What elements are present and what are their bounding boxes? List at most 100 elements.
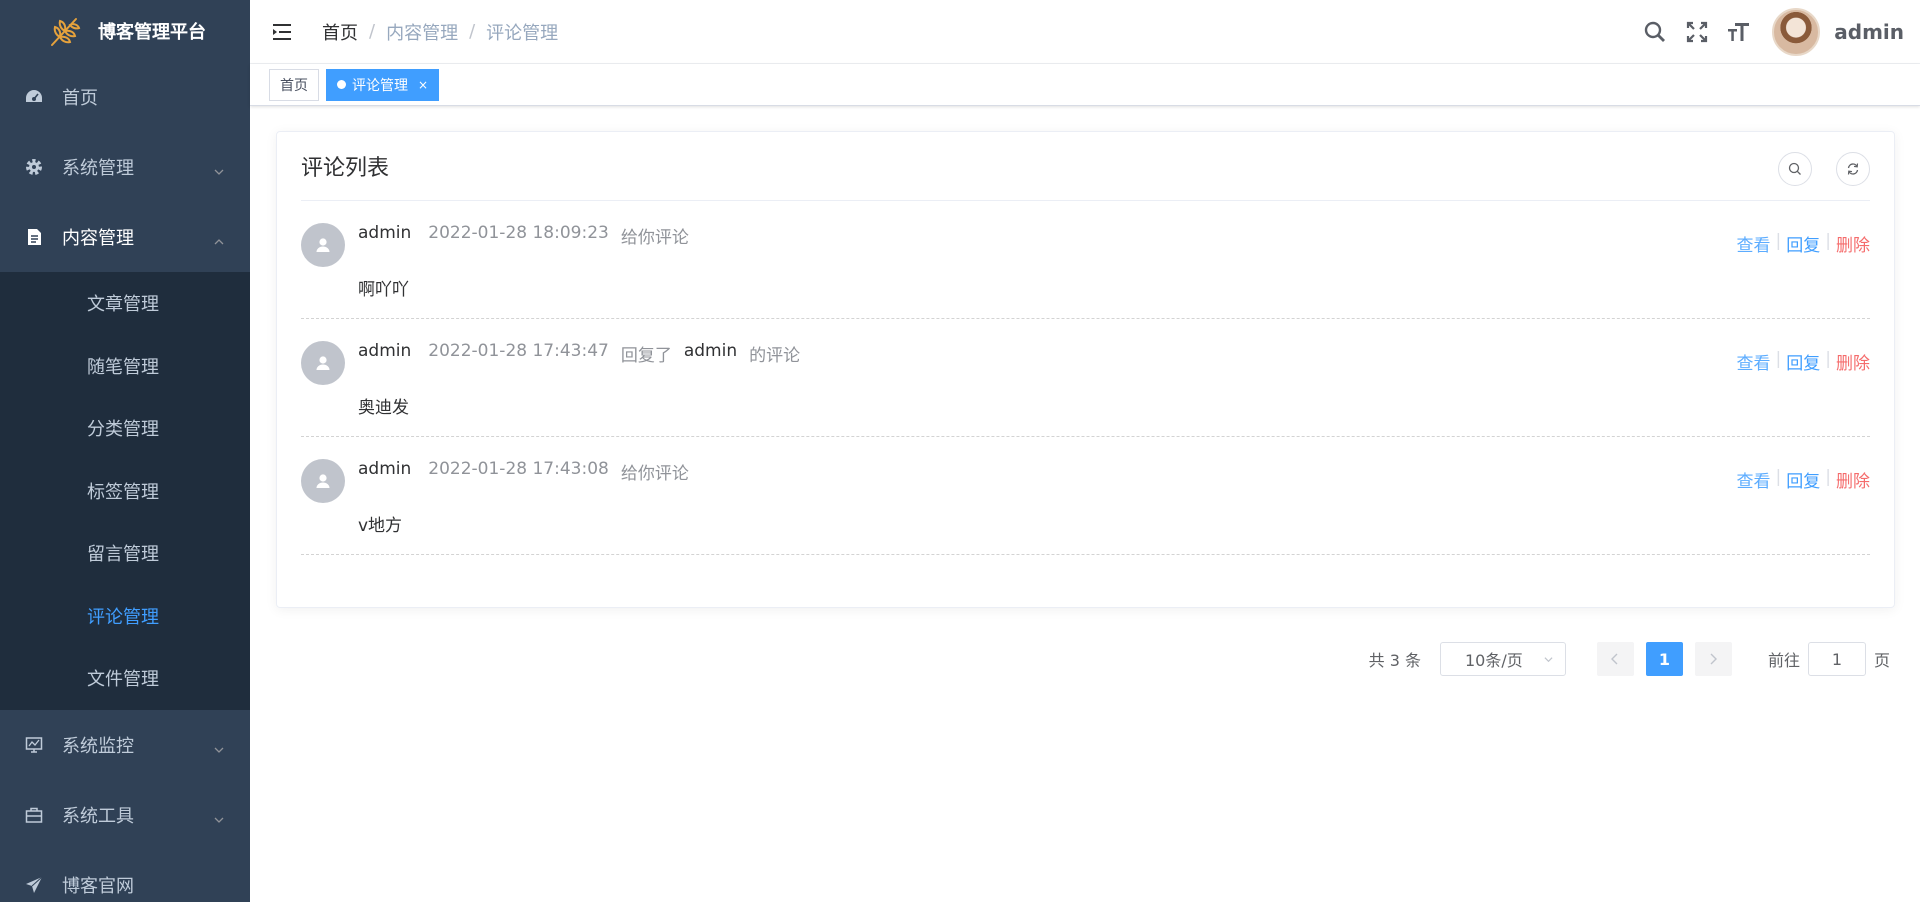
sidebar-item-files[interactable]: 文件管理 bbox=[0, 647, 250, 710]
comment-item: admin 2022-01-28 17:43:47 回复了 admin 的评论 … bbox=[301, 319, 1870, 437]
breadcrumb-content: 内容管理 bbox=[386, 22, 459, 44]
sidebar-item-label: 系统监控 bbox=[62, 735, 134, 757]
comment-item: admin 2022-01-28 18:09:23 给你评论 啊吖吖 查看 | … bbox=[301, 201, 1870, 319]
sidebar-item-label: 博客官网 bbox=[62, 875, 134, 897]
prev-page-button[interactable] bbox=[1596, 642, 1634, 676]
goto-label: 前往 bbox=[1767, 651, 1800, 670]
font-size-icon[interactable] bbox=[1726, 19, 1752, 45]
sidebar-item-monitor[interactable]: 系统监控 bbox=[0, 710, 250, 780]
comment-meta: admin 2022-01-28 18:09:23 给你评论 bbox=[358, 223, 689, 248]
reply-button[interactable]: 回复 bbox=[1786, 467, 1820, 492]
sidebar-item-home[interactable]: 首页 bbox=[0, 62, 250, 132]
comment-meta: admin 2022-01-28 17:43:47 回复了 admin 的评论 bbox=[358, 341, 800, 366]
sidebar-item-label: 首页 bbox=[62, 88, 98, 109]
delete-button[interactable]: 删除 bbox=[1836, 349, 1870, 374]
document-icon bbox=[24, 227, 44, 247]
right-menu: admin bbox=[1642, 0, 1920, 64]
wheat-icon bbox=[51, 18, 81, 46]
page-size-select[interactable]: 10条/页 bbox=[1439, 642, 1566, 676]
chevron-down-icon bbox=[214, 747, 224, 753]
tag-label: 评论管理 bbox=[352, 77, 408, 94]
chevron-down-icon bbox=[214, 169, 224, 175]
comment-action-text: 给你评论 bbox=[620, 228, 689, 248]
view-button[interactable]: 查看 bbox=[1737, 231, 1771, 256]
comment-item: admin 2022-01-28 17:43:08 给你评论 v地方 查看 | … bbox=[301, 437, 1870, 555]
sidebar-item-notes[interactable]: 随笔管理 bbox=[0, 335, 250, 398]
delete-button[interactable]: 删除 bbox=[1836, 467, 1870, 492]
avatar bbox=[301, 459, 345, 503]
breadcrumb-comments: 评论管理 bbox=[486, 22, 559, 44]
goto-suffix: 页 bbox=[1873, 651, 1890, 670]
breadcrumb-home[interactable]: 首页 bbox=[322, 19, 358, 45]
comment-user: admin bbox=[358, 459, 412, 479]
refresh-icon bbox=[1847, 163, 1859, 175]
avatar bbox=[301, 341, 345, 385]
user-icon bbox=[316, 238, 330, 252]
search-toggle-button[interactable] bbox=[1778, 152, 1812, 186]
user-name[interactable]: admin bbox=[1834, 20, 1904, 44]
sidebar-item-content[interactable]: 内容管理 bbox=[0, 202, 250, 272]
comment-time: 2022-01-28 18:09:23 bbox=[428, 223, 609, 243]
sidebar-item-tags[interactable]: 标签管理 bbox=[0, 460, 250, 523]
close-icon[interactable]: × bbox=[418, 78, 428, 92]
sidebar-item-messages[interactable]: 留言管理 bbox=[0, 522, 250, 585]
chevron-right-icon bbox=[1710, 653, 1718, 665]
sidebar-item-label: 内容管理 bbox=[62, 228, 134, 249]
action-separator: | bbox=[1775, 349, 1782, 369]
comment-content: 啊吖吖 bbox=[358, 280, 409, 300]
refresh-button[interactable] bbox=[1836, 152, 1870, 186]
sidebar-item-articles[interactable]: 文章管理 bbox=[0, 272, 250, 335]
card-header: 评论列表 bbox=[301, 132, 1870, 201]
user-icon bbox=[316, 474, 330, 488]
chevron-down-icon bbox=[1544, 657, 1553, 663]
avatar bbox=[301, 223, 345, 267]
logo[interactable]: 博客管理平台 bbox=[0, 0, 250, 62]
sidebar-item-comments[interactable]: 评论管理 bbox=[0, 585, 250, 648]
comment-user: admin bbox=[358, 223, 412, 243]
tags-view: 首页 评论管理 × bbox=[250, 64, 1920, 106]
action-separator: | bbox=[1825, 349, 1831, 369]
card-title: 评论列表 bbox=[301, 156, 390, 181]
sidebar-item-categories[interactable]: 分类管理 bbox=[0, 397, 250, 460]
monitor-icon bbox=[24, 735, 44, 755]
paper-plane-icon bbox=[24, 875, 44, 895]
toolbox-icon bbox=[24, 805, 44, 825]
breadcrumb-separator: / bbox=[469, 21, 476, 42]
chevron-left-icon bbox=[1611, 653, 1618, 665]
comment-content: v地方 bbox=[358, 516, 403, 536]
tag-label: 首页 bbox=[280, 77, 308, 94]
tag-comments[interactable]: 评论管理 × bbox=[326, 68, 440, 101]
sidebar-item-tools[interactable]: 系统工具 bbox=[0, 780, 250, 850]
comment-actions: 查看 | 回复 | 删除 bbox=[1737, 349, 1870, 374]
view-button[interactable]: 查看 bbox=[1737, 467, 1771, 492]
search-icon[interactable] bbox=[1642, 19, 1668, 45]
reply-button[interactable]: 回复 bbox=[1786, 231, 1820, 256]
reply-button[interactable]: 回复 bbox=[1786, 349, 1820, 374]
user-avatar[interactable] bbox=[1772, 8, 1821, 56]
tag-home[interactable]: 首页 bbox=[269, 68, 319, 101]
comment-suffix-text: 的评论 bbox=[749, 346, 801, 366]
sidebar-item-system[interactable]: 系统管理 bbox=[0, 132, 250, 202]
user-icon bbox=[316, 356, 330, 370]
menu-fold-icon[interactable] bbox=[270, 20, 294, 44]
pagination-total: 共 3 条 bbox=[1368, 651, 1421, 670]
delete-button[interactable]: 删除 bbox=[1836, 231, 1870, 256]
sidebar-item-label: 系统工具 bbox=[62, 805, 134, 827]
chevron-up-icon bbox=[214, 239, 224, 245]
page-number-current[interactable]: 1 bbox=[1645, 642, 1683, 676]
goto-page-input[interactable]: 1 bbox=[1807, 642, 1866, 676]
breadcrumb: 首页 / 内容管理 / 评论管理 bbox=[322, 19, 558, 45]
active-dot-icon bbox=[337, 80, 346, 89]
next-page-button[interactable] bbox=[1694, 642, 1732, 676]
page-size-value: 10条/页 bbox=[1464, 651, 1523, 670]
dashboard-icon bbox=[24, 87, 44, 107]
fullscreen-icon[interactable] bbox=[1684, 19, 1710, 45]
sidebar-item-website[interactable]: 博客官网 bbox=[0, 850, 250, 920]
comment-meta: admin 2022-01-28 17:43:08 给你评论 bbox=[358, 459, 689, 484]
page-jumper: 前往 1 页 bbox=[1768, 642, 1890, 676]
content-submenu: 文章管理 随笔管理 分类管理 标签管理 留言管理 评论管理 文件管理 bbox=[0, 272, 250, 710]
app-title: 博客管理平台 bbox=[98, 22, 206, 43]
comment-action-text: 回复了 bbox=[620, 346, 672, 366]
view-button[interactable]: 查看 bbox=[1737, 349, 1771, 374]
comment-action-text: 给你评论 bbox=[620, 464, 689, 484]
